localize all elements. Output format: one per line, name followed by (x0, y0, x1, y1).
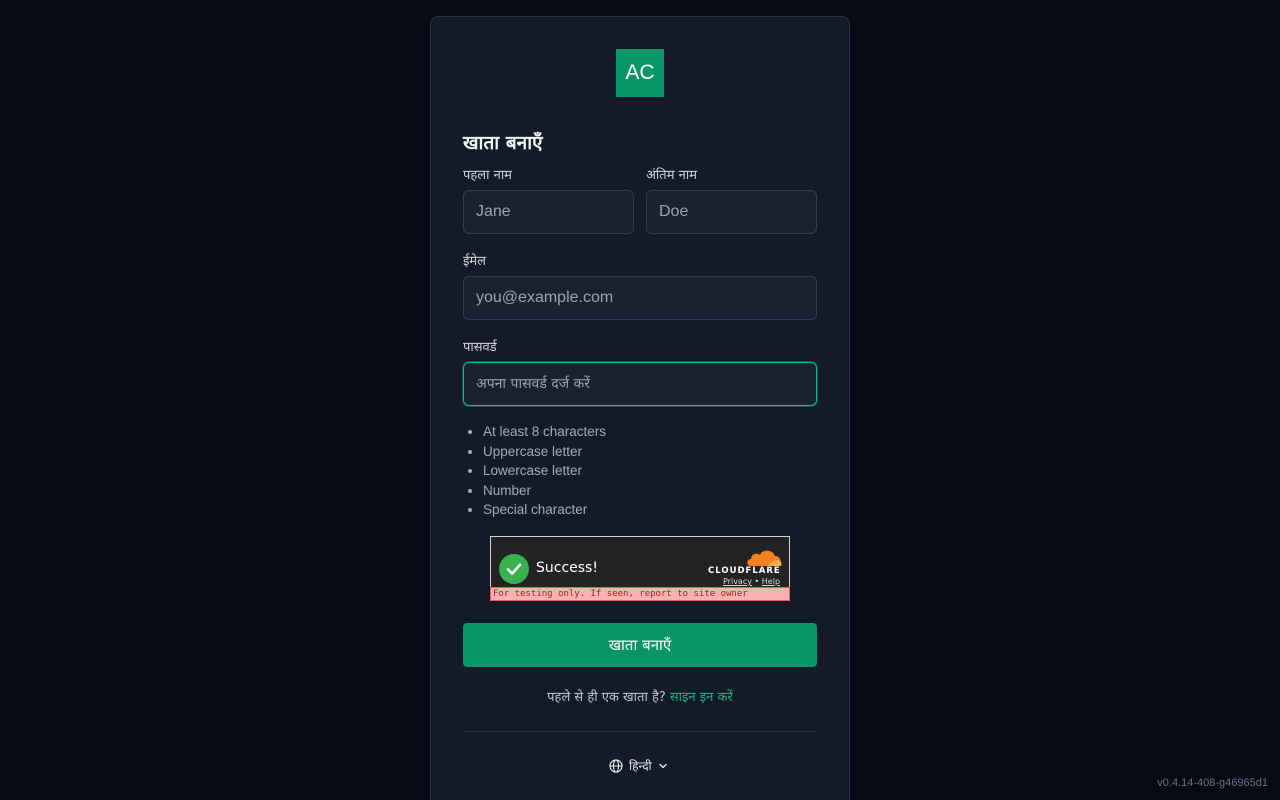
divider (463, 731, 817, 732)
email-input[interactable] (463, 276, 817, 320)
link-separator: • (754, 577, 760, 586)
version-label: v0.4.14-408-g46965d1 (1157, 777, 1268, 789)
language-selector[interactable]: हिन्दी (609, 757, 668, 774)
globe-icon (609, 758, 623, 773)
chevron-down-icon (658, 763, 667, 768)
privacy-link[interactable]: Privacy (723, 577, 752, 586)
captcha-test-notice: For testing only. If seen, report to sit… (490, 587, 790, 601)
requirement-uppercase: Uppercase letter (483, 442, 606, 462)
password-requirements: At least 8 characters Uppercase letter L… (483, 422, 606, 520)
signin-prompt: पहले से ही एक खाता है? (547, 690, 666, 705)
captcha-status: Success! (536, 560, 598, 576)
first-name-input[interactable] (463, 190, 634, 234)
captcha-box[interactable]: Success! CLOUDFLARE Privacy • Help (490, 536, 790, 588)
last-name-input[interactable] (646, 190, 817, 234)
first-name-label: पहला नाम (463, 168, 512, 183)
password-input[interactable] (463, 362, 817, 406)
requirement-number: Number (483, 481, 606, 501)
cloudflare-cloud-icon (747, 550, 782, 566)
help-link[interactable]: Help (762, 577, 780, 586)
captcha-widget[interactable]: Success! CLOUDFLARE Privacy • Help For t… (490, 536, 790, 601)
signup-card: AC खाता बनाएँ पहला नाम अंतिम नाम ईमेल पा… (430, 16, 850, 800)
requirement-special: Special character (483, 500, 606, 520)
requirement-lowercase: Lowercase letter (483, 461, 606, 481)
signin-link[interactable]: साइन इन करें (670, 690, 733, 705)
requirement-length: At least 8 characters (483, 422, 606, 442)
captcha-links: Privacy • Help (723, 577, 780, 586)
signin-prompt-row: पहले से ही एक खाता है? साइन इन करें (463, 687, 817, 705)
app-logo: AC (616, 49, 664, 97)
password-label: पासवर्ड (463, 340, 497, 355)
cloudflare-brand: CLOUDFLARE (708, 566, 781, 576)
page-title: खाता बनाएँ (463, 132, 543, 154)
create-account-button[interactable]: खाता बनाएँ (463, 623, 817, 667)
email-label: ईमेल (463, 254, 486, 269)
check-circle-icon (499, 554, 529, 584)
last-name-label: अंतिम नाम (646, 168, 697, 183)
language-label: हिन्दी (629, 759, 652, 773)
